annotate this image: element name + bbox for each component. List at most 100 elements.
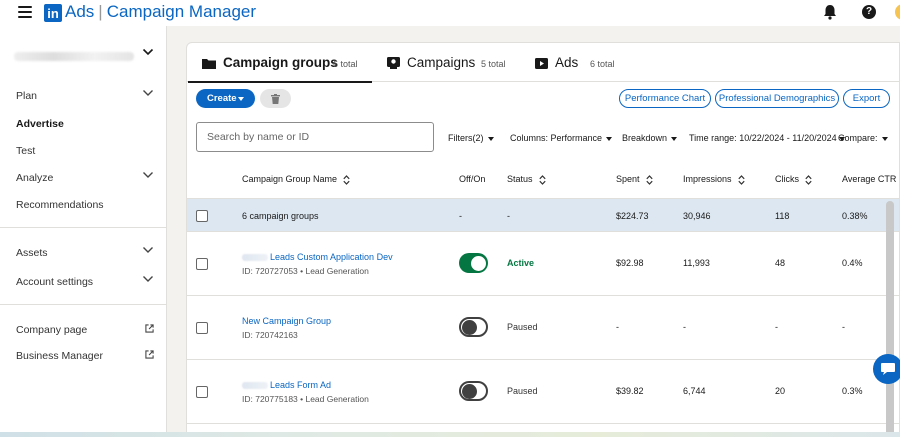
sort-icon bbox=[805, 174, 812, 185]
summary-ctr: 0.38% bbox=[842, 211, 868, 221]
account-selector[interactable] bbox=[10, 46, 160, 68]
sidebar-item-recommendations[interactable]: Recommendations bbox=[16, 199, 160, 211]
os-taskbar-strip bbox=[0, 432, 900, 437]
column-header-status[interactable]: Status bbox=[507, 174, 546, 185]
sort-icon bbox=[343, 174, 350, 185]
campaign-group-name-link[interactable]: Leads Form Ad bbox=[242, 380, 331, 390]
column-header-spent[interactable]: Spent bbox=[616, 174, 653, 185]
summary-clicks: 118 bbox=[775, 211, 790, 221]
time-range-value: 10/22/2024 - 11/20/2024 bbox=[739, 133, 837, 143]
tab-label: Ads bbox=[555, 55, 579, 70]
performance-chart-button[interactable]: Performance Chart bbox=[619, 89, 711, 108]
tab-campaigns[interactable]: Campaigns 5 total bbox=[387, 43, 512, 82]
ctr-value: 0.4% bbox=[842, 258, 863, 268]
status-badge: Active bbox=[507, 258, 535, 268]
column-header-name[interactable]: Campaign Group Name bbox=[242, 174, 350, 185]
filters-label: Filters(2) bbox=[448, 133, 484, 143]
vertical-scrollbar[interactable] bbox=[886, 201, 894, 437]
sort-icon bbox=[538, 174, 546, 185]
sidebar-item-label: Analyze bbox=[16, 172, 54, 184]
spent-value: - bbox=[616, 322, 619, 332]
sidebar-divider bbox=[0, 304, 167, 305]
sidebar-item-label: Business Manager bbox=[16, 350, 103, 362]
sidebar-item-label: Advertise bbox=[16, 118, 64, 130]
sort-icon bbox=[737, 174, 745, 185]
campaign-group-id: ID: 720742163 bbox=[242, 330, 298, 340]
columns-label: Columns: bbox=[510, 133, 549, 143]
breakdown-dropdown[interactable]: Breakdown bbox=[622, 133, 678, 143]
caret-down-icon bbox=[606, 136, 613, 141]
time-range-dropdown[interactable]: Time range: 10/22/2024 - 11/20/2024 bbox=[689, 133, 845, 143]
clicks-value: 48 bbox=[775, 258, 786, 268]
search-input[interactable] bbox=[196, 122, 434, 152]
sidebar-item-advertise[interactable]: Advertise bbox=[16, 118, 160, 130]
impressions-value: 11,993 bbox=[683, 258, 710, 268]
campaign-group-toggle[interactable] bbox=[459, 381, 488, 401]
external-link-icon bbox=[145, 324, 154, 333]
row-checkbox[interactable] bbox=[196, 258, 208, 270]
ctr-value: 0.3% bbox=[842, 386, 863, 396]
breakdown-label: Breakdown bbox=[622, 133, 668, 143]
table-row: Leads Custom Application Dev ID: 7207270… bbox=[187, 232, 899, 296]
campaign-group-id: ID: 720775183 • Lead Generation bbox=[242, 394, 369, 404]
export-button[interactable]: Export bbox=[843, 89, 890, 108]
sidebar: Plan Advertise Test Analyze Recommendati… bbox=[0, 26, 167, 437]
delete-button[interactable] bbox=[260, 89, 291, 108]
time-range-label: Time range: bbox=[689, 133, 737, 143]
campaign-group-name: Leads Custom Application Dev bbox=[270, 252, 393, 262]
caret-down-icon bbox=[487, 136, 494, 141]
column-header-impressions[interactable]: Impressions bbox=[683, 174, 745, 185]
compare-label: Compare: bbox=[838, 133, 878, 143]
column-header-ctr[interactable]: Average CTR bbox=[842, 174, 896, 184]
campaign-group-toggle[interactable] bbox=[459, 253, 488, 273]
create-button[interactable]: Create bbox=[196, 89, 255, 108]
impressions-value: - bbox=[683, 322, 686, 332]
select-all-checkbox[interactable] bbox=[196, 210, 208, 222]
header-label: Off/On bbox=[459, 174, 486, 184]
chevron-down-icon bbox=[142, 246, 154, 254]
summary-status: - bbox=[507, 211, 510, 221]
app-title: Ads | Campaign Manager bbox=[65, 2, 256, 22]
sidebar-item-company-page[interactable]: Company page bbox=[16, 324, 160, 336]
campaign-group-toggle[interactable] bbox=[459, 317, 488, 337]
tab-count: 5 total bbox=[481, 59, 506, 69]
tab-campaign-groups[interactable]: Campaign groups 6 total bbox=[188, 43, 372, 83]
sidebar-item-analyze[interactable]: Analyze bbox=[16, 172, 160, 184]
table-row: Leads Form Ad ID: 720775183 • Lead Gener… bbox=[187, 360, 899, 424]
sidebar-item-business-manager[interactable]: Business Manager bbox=[16, 350, 160, 362]
sidebar-item-assets[interactable]: Assets bbox=[16, 247, 160, 259]
main-panel: Campaign groups 6 total Campaigns 5 tota… bbox=[186, 42, 900, 437]
summary-spent: $224.73 bbox=[616, 211, 649, 221]
avatar[interactable] bbox=[895, 4, 900, 20]
compare-dropdown[interactable]: Compare: bbox=[838, 133, 888, 143]
help-icon[interactable]: ? bbox=[862, 5, 876, 19]
tab-label: Campaign groups bbox=[223, 55, 338, 70]
row-checkbox[interactable] bbox=[196, 386, 208, 398]
folder-icon bbox=[202, 56, 216, 74]
header-label: Status bbox=[507, 174, 533, 184]
bell-icon[interactable] bbox=[823, 4, 837, 25]
campaign-group-name-link[interactable]: Leads Custom Application Dev bbox=[242, 252, 393, 262]
toggle-knob bbox=[462, 319, 477, 335]
help-chat-button[interactable] bbox=[873, 354, 900, 384]
tab-ads[interactable]: Ads 6 total bbox=[535, 43, 625, 82]
title-separator: | bbox=[98, 2, 103, 21]
header-label: Impressions bbox=[683, 174, 732, 184]
professional-demographics-button[interactable]: Professional Demographics bbox=[715, 89, 839, 108]
menu-icon[interactable] bbox=[18, 6, 32, 18]
ad-icon bbox=[535, 56, 548, 74]
summary-name: 6 campaign groups bbox=[242, 211, 319, 221]
sidebar-item-test[interactable]: Test bbox=[16, 145, 160, 157]
sidebar-item-account-settings[interactable]: Account settings bbox=[16, 276, 160, 288]
column-header-clicks[interactable]: Clicks bbox=[775, 174, 812, 185]
tab-label: Campaigns bbox=[407, 55, 476, 70]
campaign-group-id: ID: 720727053 • Lead Generation bbox=[242, 266, 369, 276]
filters-dropdown[interactable]: Filters(2) bbox=[448, 133, 494, 143]
columns-dropdown[interactable]: Columns: Performance bbox=[510, 133, 613, 143]
row-checkbox[interactable] bbox=[196, 322, 208, 334]
status-badge: Paused bbox=[507, 386, 538, 396]
header-label: Spent bbox=[616, 174, 640, 184]
sidebar-item-plan[interactable]: Plan bbox=[16, 90, 160, 102]
campaign-group-name-link[interactable]: New Campaign Group bbox=[242, 316, 331, 326]
clicks-value: - bbox=[775, 322, 778, 332]
